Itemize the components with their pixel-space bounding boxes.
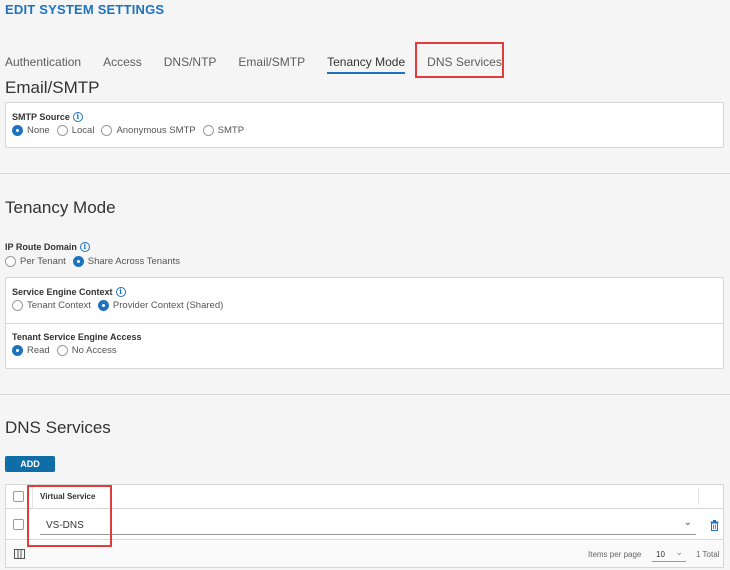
column-toggle-icon[interactable] xyxy=(14,549,25,559)
virtual-service-select[interactable]: VS-DNS ⌄ xyxy=(40,515,696,535)
radio-smtp-local[interactable] xyxy=(56,125,68,136)
chevron-down-icon[interactable]: ⌄ xyxy=(675,547,683,558)
row-checkbox[interactable] xyxy=(13,519,24,530)
ip-route-domain-label-text: IP Route Domain xyxy=(5,242,77,252)
radio-label: Read xyxy=(27,345,50,356)
section-title-dns-services: DNS Services xyxy=(5,418,111,437)
total-count: 1 Total xyxy=(696,550,720,559)
radio-label: No Access xyxy=(71,345,117,356)
info-icon[interactable]: i xyxy=(79,242,90,252)
dns-services-grid: Virtual Service VS-DNS ⌄ Items per page … xyxy=(5,484,724,568)
radio-per-tenant[interactable] xyxy=(5,256,16,267)
radio-label: Provider Context (Shared) xyxy=(112,300,224,311)
chevron-down-icon[interactable]: ⌄ xyxy=(684,517,692,528)
tab-tenancy-mode[interactable]: Tenancy Mode xyxy=(327,54,406,74)
tenant-se-access-field: Tenant Service Engine Access Read No Acc… xyxy=(6,324,723,356)
column-header-virtual-service[interactable]: Virtual Service xyxy=(40,492,95,501)
ip-route-domain-radio-group: Per Tenant Share Across Tenants xyxy=(5,256,187,267)
ip-route-domain-field: IP Route Domain i Per Tenant Share Acros… xyxy=(5,242,187,267)
info-icon[interactable]: i xyxy=(72,112,83,122)
radio-provider-context[interactable] xyxy=(97,300,109,311)
section-divider xyxy=(0,173,730,174)
section-divider xyxy=(0,394,730,395)
tab-email-smtp[interactable]: Email/SMTP xyxy=(238,54,305,74)
grid-header-row: Virtual Service xyxy=(6,485,723,509)
tenant-se-access-radio-group: Read No Access xyxy=(12,345,717,356)
radio-label: Per Tenant xyxy=(20,256,66,267)
tab-dns-services[interactable]: DNS Services xyxy=(427,54,502,74)
se-context-field: Service Engine Context i Tenant Context … xyxy=(6,278,723,324)
se-context-label-text: Service Engine Context xyxy=(12,287,113,297)
radio-read[interactable] xyxy=(12,345,23,356)
tab-dns-ntp[interactable]: DNS/NTP xyxy=(164,54,217,74)
section-title-email-smtp: Email/SMTP xyxy=(5,78,100,97)
radio-no-access[interactable] xyxy=(56,345,68,356)
radio-label: Local xyxy=(71,125,95,136)
radio-label: SMTP xyxy=(217,125,245,136)
page-title: EDIT SYSTEM SETTINGS xyxy=(5,2,165,17)
add-button[interactable]: ADD xyxy=(5,456,55,472)
column-divider xyxy=(698,489,699,505)
items-per-page-value: 10 xyxy=(656,550,665,559)
table-row: VS-DNS ⌄ xyxy=(6,510,723,540)
ip-route-domain-label: IP Route Domain i xyxy=(5,242,187,252)
grid-footer: Items per page 10 ⌄ 1 Total xyxy=(6,541,723,567)
radio-smtp-anonymous[interactable] xyxy=(101,125,113,136)
trash-icon[interactable] xyxy=(710,520,719,531)
radio-label: None xyxy=(27,125,50,136)
radio-share-across-tenants[interactable] xyxy=(72,256,84,267)
tenant-se-access-label: Tenant Service Engine Access xyxy=(12,332,142,342)
select-all-checkbox[interactable] xyxy=(13,491,24,502)
smtp-source-card: SMTP Source i None Local Anonymous SMTP … xyxy=(5,102,724,148)
smtp-source-label: SMTP Source i xyxy=(12,112,717,122)
info-icon[interactable]: i xyxy=(115,287,126,297)
smtp-source-label-text: SMTP Source xyxy=(12,112,70,122)
radio-smtp-smtp[interactable] xyxy=(202,125,214,136)
items-per-page-select[interactable]: 10 ⌄ xyxy=(652,546,686,562)
radio-label: Share Across Tenants xyxy=(87,256,181,267)
section-title-tenancy-mode: Tenancy Mode xyxy=(5,198,116,217)
smtp-source-radio-group: None Local Anonymous SMTP SMTP xyxy=(12,125,717,136)
radio-label: Anonymous SMTP xyxy=(116,125,196,136)
tab-authentication[interactable]: Authentication xyxy=(5,54,81,74)
radio-label: Tenant Context xyxy=(27,300,91,311)
radio-smtp-none[interactable] xyxy=(12,125,23,136)
radio-tenant-context[interactable] xyxy=(12,300,23,311)
tab-bar: Authentication Access DNS/NTP Email/SMTP… xyxy=(5,54,730,74)
se-context-label: Service Engine Context i xyxy=(12,287,717,297)
items-per-page-label: Items per page xyxy=(588,550,642,559)
se-context-radio-group: Tenant Context Provider Context (Shared) xyxy=(12,300,717,311)
tenancy-se-card: Service Engine Context i Tenant Context … xyxy=(5,277,724,369)
column-divider xyxy=(32,485,33,509)
virtual-service-value: VS-DNS xyxy=(46,520,84,531)
tab-access[interactable]: Access xyxy=(103,54,142,74)
